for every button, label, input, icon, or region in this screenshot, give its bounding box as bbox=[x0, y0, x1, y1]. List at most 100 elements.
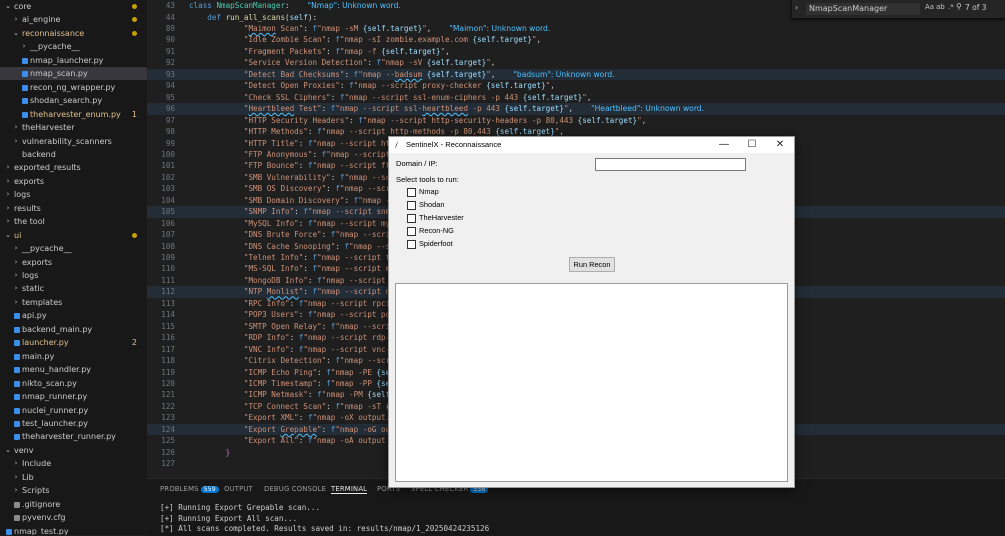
line-number: 115 bbox=[161, 321, 175, 331]
file-item[interactable]: nmap_test.py bbox=[0, 525, 147, 535]
folder-item[interactable]: › logs bbox=[0, 269, 147, 282]
folder-item[interactable]: › exports bbox=[0, 175, 147, 188]
folder-item[interactable]: › theHarvester bbox=[0, 121, 147, 134]
folder-item[interactable]: › ai_engine bbox=[0, 13, 147, 26]
file-item[interactable]: api.py bbox=[0, 309, 147, 322]
chevron-down-icon: ⌄ bbox=[5, 230, 11, 239]
code-text: "Service Version Detection": f"nmap -sV … bbox=[243, 58, 496, 68]
checkbox[interactable] bbox=[407, 213, 416, 223]
folder-item[interactable]: › static bbox=[0, 282, 147, 295]
folder-item[interactable]: › __pycache__ bbox=[0, 40, 147, 53]
tree-item-label: test_launcher.py bbox=[22, 418, 88, 428]
folder-item[interactable]: › exported_results bbox=[0, 161, 147, 174]
file-item[interactable]: nmap_scan.py bbox=[0, 67, 147, 81]
folder-item[interactable]: › the tool bbox=[0, 215, 147, 228]
code-line[interactable]: 94 "Detect Open Proxies": f"nmap --scrip… bbox=[147, 80, 1005, 92]
modified-dot-icon bbox=[132, 232, 137, 238]
file-item[interactable]: theharvester_enum.py 1 bbox=[0, 108, 147, 121]
file-item[interactable]: main.py bbox=[0, 350, 147, 363]
code-line[interactable]: 96 "Heartbleed Test": f"nmap --script ss… bbox=[147, 103, 1005, 115]
code-line[interactable]: 97 "HTTP Security Headers": f"nmap --scr… bbox=[147, 115, 1005, 127]
code-line[interactable]: 92 "Service Version Detection": f"nmap -… bbox=[147, 57, 1005, 69]
line-number: 121 bbox=[161, 390, 175, 400]
folder-item[interactable]: › Lib bbox=[0, 471, 147, 484]
line-number: 107 bbox=[161, 230, 175, 240]
tree-item-label: exports bbox=[22, 257, 53, 267]
file-item[interactable]: menu_handler.py bbox=[0, 363, 147, 376]
panel-tab-terminal[interactable]: TERMINAL bbox=[331, 485, 368, 494]
code-line[interactable]: 89 "Maimon Scan": f"nmap -sM {self.targe… bbox=[147, 23, 1005, 35]
panel-tab-debug-console[interactable]: DEBUG CONSOLE bbox=[264, 485, 326, 493]
close-button[interactable]: ✕ bbox=[766, 137, 794, 153]
output-textbox[interactable] bbox=[395, 283, 788, 482]
code-line[interactable]: 90 "Idle Zombie Scan": f"nmap -sI zombie… bbox=[147, 34, 1005, 46]
match-case-icon[interactable]: Aa bbox=[925, 3, 934, 11]
folder-item[interactable]: › Scripts bbox=[0, 484, 147, 497]
regex-icon[interactable]: .* bbox=[948, 3, 954, 11]
file-item[interactable]: nuclei_runner.py bbox=[0, 404, 147, 417]
code-text: class NmapScanManager: "Nmap": Unknown wo… bbox=[189, 1, 401, 10]
find-widget: › NmapScanManager Aa ab .* ⚲ 7 of 3 bbox=[792, 0, 1005, 18]
domain-input[interactable] bbox=[595, 158, 746, 171]
python-file-icon bbox=[22, 111, 28, 118]
tree-item-label: ai_engine bbox=[22, 15, 61, 25]
checkbox[interactable] bbox=[407, 239, 416, 249]
folder-item[interactable]: ⌄ venv bbox=[0, 444, 147, 457]
code-line[interactable]: 93 "Detect Bad Checksums": f"nmap --bads… bbox=[147, 68, 1005, 81]
file-item[interactable]: nmap_runner.py bbox=[0, 390, 147, 403]
folder-item[interactable]: › templates bbox=[0, 296, 147, 309]
tree-item-label: backend_main.py bbox=[22, 324, 93, 334]
file-item[interactable]: shodan_search.py bbox=[0, 94, 147, 107]
line-number: 118 bbox=[161, 356, 175, 366]
file-item[interactable]: .gitignore bbox=[0, 498, 147, 511]
chevron-right-icon[interactable]: › bbox=[795, 3, 798, 12]
checkbox[interactable] bbox=[407, 188, 416, 197]
run-recon-button[interactable]: Run Recon bbox=[569, 257, 615, 272]
chevron-right-icon: › bbox=[6, 203, 10, 212]
folder-item[interactable]: ⌄ ui bbox=[0, 229, 147, 242]
find-input[interactable]: NmapScanManager bbox=[806, 3, 920, 15]
file-item[interactable]: theharvester_runner.py bbox=[0, 430, 147, 443]
file-item[interactable]: backend_main.py bbox=[0, 323, 147, 336]
file-item[interactable]: pyvenv.cfg bbox=[0, 511, 147, 524]
folder-item[interactable]: › exports bbox=[0, 256, 147, 269]
terminal-line: [*] All scans completed. Results saved i… bbox=[160, 524, 490, 533]
chevron-right-icon: › bbox=[14, 136, 18, 145]
code-text: "Detect Bad Checksums": f"nmap --badsum … bbox=[243, 69, 615, 79]
folder-item[interactable]: › __pycache__ bbox=[0, 242, 147, 255]
tree-item-label: theharvester_enum.py bbox=[30, 109, 121, 119]
folder-item[interactable]: ⌄ core bbox=[0, 0, 147, 13]
file-item[interactable]: nikto_scan.py bbox=[0, 377, 147, 390]
code-line[interactable]: 95 "Check SSL Ciphers": f"nmap --script … bbox=[147, 92, 1005, 104]
file-item[interactable]: recon_ng_wrapper.py bbox=[0, 81, 147, 94]
folder-item[interactable]: ⌄ reconnaissance bbox=[0, 27, 147, 40]
tree-item-label: vulnerability_scanners bbox=[22, 136, 112, 146]
line-number: 97 bbox=[165, 115, 175, 125]
python-file-icon bbox=[14, 367, 20, 374]
folder-item[interactable]: › logs bbox=[0, 188, 147, 201]
match-count: 7 of 3 bbox=[965, 3, 987, 12]
minimize-button[interactable]: — bbox=[710, 137, 738, 153]
line-number: 101 bbox=[161, 161, 175, 171]
folder-item[interactable]: backend bbox=[0, 148, 147, 161]
maximize-button[interactable]: ☐ bbox=[738, 137, 766, 153]
checkbox[interactable] bbox=[407, 200, 416, 210]
checkbox[interactable] bbox=[407, 226, 416, 236]
chevron-right-icon: › bbox=[14, 15, 18, 24]
whole-word-icon[interactable]: ab bbox=[936, 3, 945, 11]
code-line[interactable]: 91 "Fragment Packets": f"nmap -f {self.t… bbox=[147, 46, 1005, 58]
dialog-titlebar[interactable]: SentinelX - Reconnaissance — ☐ ✕ bbox=[389, 137, 794, 153]
folder-item[interactable]: › Include bbox=[0, 457, 147, 470]
line-number: 89 bbox=[165, 24, 175, 33]
file-item[interactable]: nmap_launcher.py bbox=[0, 54, 147, 67]
python-file-icon bbox=[14, 434, 20, 441]
folder-item[interactable]: › vulnerability_scanners bbox=[0, 135, 147, 148]
folder-item[interactable]: › results bbox=[0, 202, 147, 215]
file-item[interactable]: launcher.py 2 bbox=[0, 336, 147, 349]
panel-tab-output[interactable]: OUTPUT bbox=[224, 485, 253, 493]
feather-icon bbox=[395, 140, 399, 149]
file-item[interactable]: test_launcher.py bbox=[0, 417, 147, 430]
panel-tab-problems[interactable]: PROBLEMS 559 bbox=[160, 485, 219, 493]
tree-item-label: reconnaissance bbox=[22, 28, 85, 38]
preserve-case-icon[interactable]: ⚲ bbox=[956, 2, 962, 11]
